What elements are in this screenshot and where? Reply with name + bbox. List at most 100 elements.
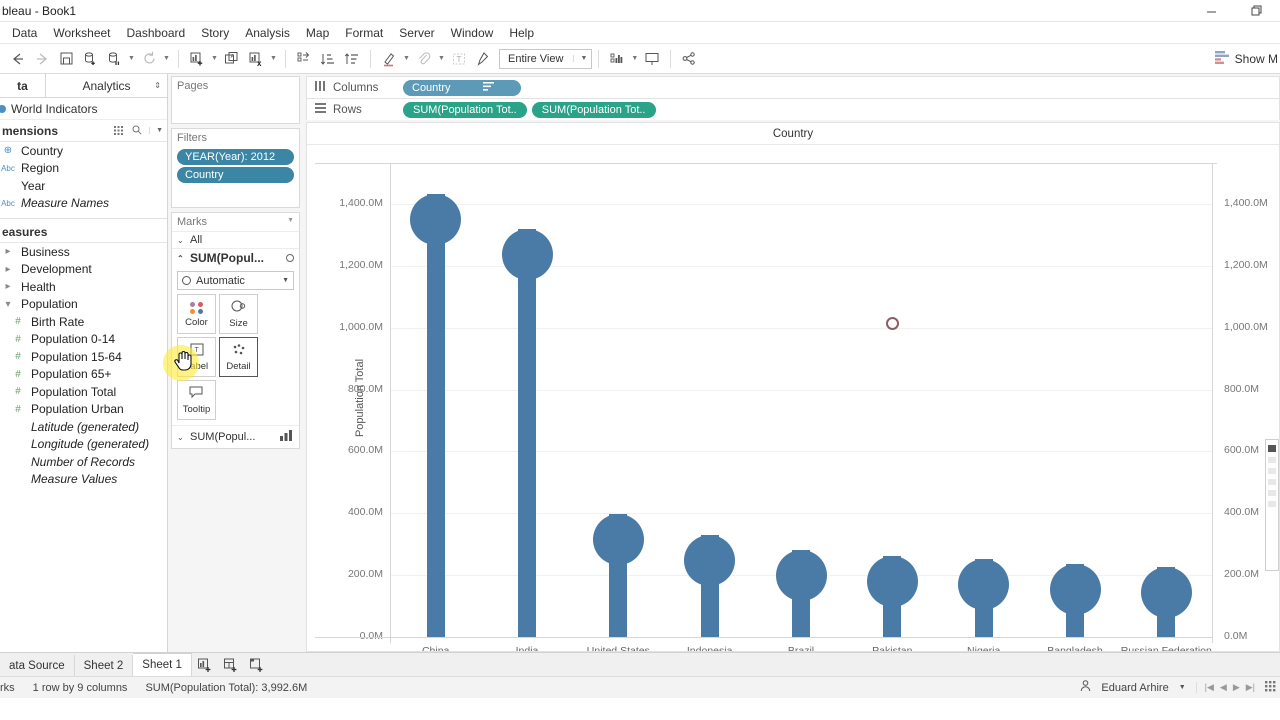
dimension-measure-names[interactable]: Abc Measure Names bbox=[0, 195, 167, 213]
menu-help[interactable]: Help bbox=[501, 24, 542, 42]
sort-ascending-icon[interactable] bbox=[316, 47, 340, 71]
fix-axes-icon[interactable] bbox=[471, 47, 495, 71]
show-me-button[interactable]: Show M bbox=[1214, 44, 1280, 74]
refresh-caret-icon[interactable]: ▼ bbox=[161, 47, 172, 71]
measure-population-15-64[interactable]: # Population 15-64 bbox=[0, 348, 167, 366]
menu-analysis[interactable]: Analysis bbox=[237, 24, 298, 42]
attach-icon[interactable] bbox=[412, 47, 436, 71]
lollipop-mark[interactable] bbox=[592, 514, 644, 637]
dimension-region[interactable]: Abc Region bbox=[0, 160, 167, 178]
next-page-icon[interactable]: ▶ bbox=[1233, 682, 1240, 693]
marks-layer-2[interactable]: ⌄ SUM(Popul... bbox=[172, 425, 299, 448]
menu-map[interactable]: Map bbox=[298, 24, 337, 42]
color-shelf-button[interactable]: Color bbox=[177, 294, 216, 334]
prev-page-icon[interactable]: ◀ bbox=[1220, 682, 1227, 693]
lollipop-mark[interactable] bbox=[866, 556, 918, 637]
datasource-caret-icon[interactable]: ▼ bbox=[126, 47, 137, 71]
measure-population-urban[interactable]: # Population Urban bbox=[0, 401, 167, 419]
clear-caret-icon[interactable]: ▼ bbox=[268, 47, 279, 71]
measure-number-of-records[interactable]: Number of Records bbox=[0, 453, 167, 471]
user-caret-icon[interactable]: ▼ bbox=[1179, 684, 1186, 691]
marks-layer-1[interactable]: ⌃ SUM(Popul... bbox=[172, 248, 299, 267]
menu-format[interactable]: Format bbox=[337, 24, 391, 42]
dimension-country[interactable]: ⊕ Country bbox=[0, 142, 167, 160]
view-size-caret-icon[interactable]: ▼ bbox=[573, 55, 587, 62]
sort-descending-icon[interactable] bbox=[340, 47, 364, 71]
measure-folder-development[interactable]: ▸ Development bbox=[0, 261, 167, 279]
menu-data[interactable]: Data bbox=[4, 24, 45, 42]
filter-pill-country[interactable]: Country bbox=[177, 167, 294, 183]
forward-icon[interactable] bbox=[30, 47, 54, 71]
swap-rows-columns-icon[interactable] bbox=[292, 47, 316, 71]
lollipop-mark[interactable] bbox=[775, 549, 827, 637]
sort-icon[interactable] bbox=[482, 81, 494, 94]
presentation-mode-icon[interactable] bbox=[640, 47, 664, 71]
size-shelf-button[interactable]: Size bbox=[219, 294, 258, 334]
measure-population-total[interactable]: # Population Total bbox=[0, 383, 167, 401]
view-size-selector[interactable]: Entire View ▼ bbox=[499, 48, 593, 69]
highlight-caret-icon[interactable]: ▼ bbox=[401, 47, 412, 71]
pill-sum-population-2[interactable]: SUM(Population Tot.. bbox=[531, 101, 656, 118]
grid-layout-icon[interactable] bbox=[1265, 680, 1276, 695]
pill-sum-population-1[interactable]: SUM(Population Tot.. bbox=[403, 101, 527, 118]
lollipop-mark[interactable] bbox=[1140, 567, 1192, 637]
share-icon[interactable] bbox=[677, 47, 701, 71]
measure-population-65-plus[interactable]: # Population 65+ bbox=[0, 366, 167, 384]
datasource-row[interactable]: World Indicators bbox=[0, 98, 167, 120]
measure-population-0-14[interactable]: # Population 0-14 bbox=[0, 331, 167, 349]
columns-shelf[interactable]: Columns Country bbox=[306, 76, 1280, 98]
tab-data[interactable]: ta bbox=[0, 74, 46, 97]
measure-birth-rate[interactable]: # Birth Rate bbox=[0, 313, 167, 331]
tab-sheet-1[interactable]: Sheet 1 bbox=[133, 653, 192, 676]
restore-button[interactable] bbox=[1234, 0, 1280, 22]
measure-longitude[interactable]: Longitude (generated) bbox=[0, 436, 167, 454]
mark-type-caret-icon[interactable]: ▼ bbox=[282, 277, 289, 284]
lollipop-mark[interactable] bbox=[958, 559, 1010, 637]
pill-country[interactable]: Country bbox=[403, 79, 521, 96]
rows-shelf[interactable]: Rows SUM(Population Tot.. SUM(Population… bbox=[306, 98, 1280, 120]
last-page-icon[interactable]: ▶| bbox=[1246, 682, 1255, 693]
new-dashboard-tab-icon[interactable] bbox=[218, 655, 244, 676]
tooltip-shelf-button[interactable]: Tooltip bbox=[177, 380, 216, 420]
lollipop-mark[interactable] bbox=[684, 535, 736, 637]
tab-sheet-2[interactable]: Sheet 2 bbox=[75, 655, 134, 676]
detail-shelf-button[interactable]: Detail bbox=[219, 337, 258, 377]
measure-folder-health[interactable]: ▸ Health bbox=[0, 278, 167, 296]
search-icon[interactable] bbox=[132, 124, 142, 138]
new-worksheet-tab-icon[interactable] bbox=[192, 655, 218, 676]
new-story-tab-icon[interactable] bbox=[244, 655, 270, 676]
attach-caret-icon[interactable]: ▼ bbox=[436, 47, 447, 71]
fit-icon[interactable] bbox=[605, 47, 629, 71]
first-page-icon[interactable]: |◀ bbox=[1205, 682, 1214, 693]
pause-datasource-icon[interactable] bbox=[102, 47, 126, 71]
menu-story[interactable]: Story bbox=[193, 24, 237, 42]
duplicate-sheet-icon[interactable]: A bbox=[220, 47, 244, 71]
measure-folder-population[interactable]: ▾ Population bbox=[0, 296, 167, 314]
fit-caret-icon[interactable]: ▼ bbox=[629, 47, 640, 71]
back-icon[interactable] bbox=[6, 47, 30, 71]
tab-analytics[interactable]: Analytics ⇕ bbox=[46, 74, 167, 97]
new-worksheet-icon[interactable] bbox=[185, 47, 209, 71]
dimensions-menu-icon[interactable]: ▼ bbox=[149, 127, 163, 134]
tab-data-source[interactable]: ata Source bbox=[0, 655, 75, 676]
grid-view-icon[interactable] bbox=[114, 124, 125, 138]
dimension-year[interactable]: Year bbox=[0, 177, 167, 195]
filter-pill-year[interactable]: YEAR(Year): 2012 bbox=[177, 149, 294, 165]
marks-caret-icon[interactable]: ▼ bbox=[287, 217, 294, 224]
save-icon[interactable] bbox=[54, 47, 78, 71]
text-label-icon[interactable]: T bbox=[447, 47, 471, 71]
mark-type-selector[interactable]: Automatic ▼ bbox=[177, 271, 294, 290]
menu-worksheet[interactable]: Worksheet bbox=[45, 24, 118, 42]
clear-sheet-icon[interactable]: x bbox=[244, 47, 268, 71]
lollipop-mark[interactable] bbox=[410, 193, 462, 637]
marks-layer-all[interactable]: ⌄ All bbox=[172, 231, 299, 248]
menu-dashboard[interactable]: Dashboard bbox=[119, 24, 194, 42]
menu-server[interactable]: Server bbox=[391, 24, 442, 42]
menu-window[interactable]: Window bbox=[443, 24, 502, 42]
measure-measure-values[interactable]: Measure Values bbox=[0, 471, 167, 489]
new-sheet-caret-icon[interactable]: ▼ bbox=[209, 47, 220, 71]
refresh-icon[interactable] bbox=[137, 47, 161, 71]
lollipop-mark[interactable] bbox=[1049, 563, 1101, 637]
updown-icon[interactable]: ⇕ bbox=[154, 81, 161, 90]
highlight-icon[interactable] bbox=[377, 47, 401, 71]
